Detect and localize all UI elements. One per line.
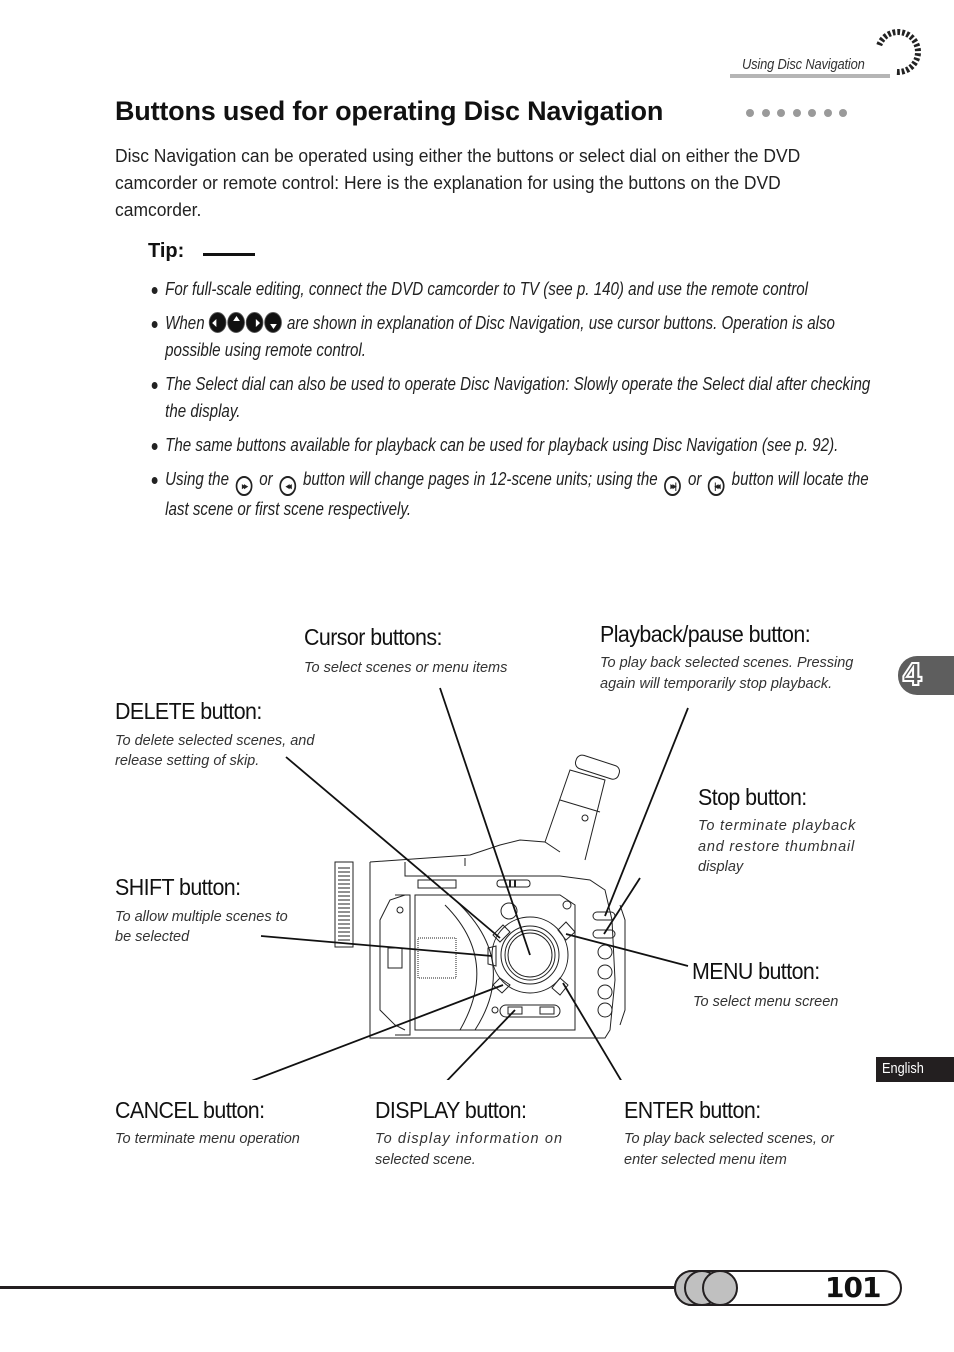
section-title: Buttons used for operating Disc Navigati… [115,96,664,126]
title-dots-decoration [746,109,847,117]
tip-item: For full-scale editing, connect the DVD … [150,276,872,303]
delete-button-desc-2: release setting of skip. [115,753,260,769]
page-circle-decoration [702,1270,738,1306]
chapter-number: 4 [901,657,924,694]
leader-line-display [446,1009,516,1080]
cursor-buttons-title: Cursor buttons: [304,624,442,650]
enter-button-title: ENTER button: [624,1097,761,1123]
tip-item: When are shown in explanation of Disc Na… [150,310,872,364]
rewind-icon: ◂◂ [279,476,297,496]
skip-forward-icon: ▸▸| [664,476,682,496]
cursor-buttons-desc: To select scenes or menu items [304,660,508,676]
tip-rule [203,253,255,256]
cancel-button-desc: To terminate menu operation [115,1131,300,1147]
tip-item: Using the ▸▸ or ◂◂ button will change pa… [150,466,872,523]
menu-button-desc: To select menu screen [693,994,839,1010]
playback-pause-title: Playback/pause button: [600,621,811,647]
intro-paragraph: Disc Navigation can be operated using ei… [115,146,801,220]
playback-pause-desc-1: To play back selected scenes. Pressing [600,655,854,671]
tip-list: For full-scale editing, connect the DVD … [150,276,880,530]
display-button-title: DISPLAY button: [375,1097,527,1123]
leader-line-menu [565,933,689,967]
fast-forward-icon: ▸▸ [235,476,253,496]
cancel-button-title: CANCEL button: [115,1097,265,1123]
tip-item: The Select dial can also be used to oper… [150,371,872,425]
delete-button-desc-1: To delete selected scenes, and [115,733,315,749]
leader-line-enter [562,982,622,1080]
leader-line-shift [260,935,493,957]
running-header-underline [730,74,890,78]
stop-button-title: Stop button: [698,784,807,810]
display-button-desc-1: To display information on [375,1131,564,1147]
playback-pause-desc-2: again will temporarily stop playback. [600,676,833,692]
stop-button-desc-3: display [698,859,744,875]
enter-button-desc-1: To play back selected scenes, or [624,1131,834,1147]
dashed-ring-icon [875,29,921,75]
delete-button-title: DELETE button: [115,698,262,724]
shift-button-desc-2: be selected [115,929,190,945]
leader-line-playback [604,707,689,917]
language-label: English [882,1060,924,1077]
enter-button-desc-2: enter selected menu item [624,1152,787,1168]
menu-button-title: MENU button: [692,958,820,984]
shift-button-desc-1: To allow multiple scenes to [115,909,288,925]
footer-rule [0,1286,680,1289]
camcorder-illustration [334,754,626,1039]
tip-item: The same buttons available for playback … [150,432,872,459]
stop-button-desc-2: and restore thumbnail [698,839,856,855]
shift-button-title: SHIFT button: [115,874,241,900]
cursor-right-icon [245,312,264,333]
tip-label: Tip: [148,240,185,262]
leader-line-delete [285,756,501,939]
cursor-up-icon [227,312,245,333]
running-header: Using Disc Navigation [742,56,865,73]
cursor-left-icon [208,312,227,333]
stop-button-desc-1: To terminate playback [698,818,857,834]
page-number: 101 [825,1271,881,1304]
display-button-desc-2: selected scene. [375,1152,476,1168]
skip-backward-icon: |◂◂ [708,476,725,496]
cursor-down-icon [264,312,282,333]
